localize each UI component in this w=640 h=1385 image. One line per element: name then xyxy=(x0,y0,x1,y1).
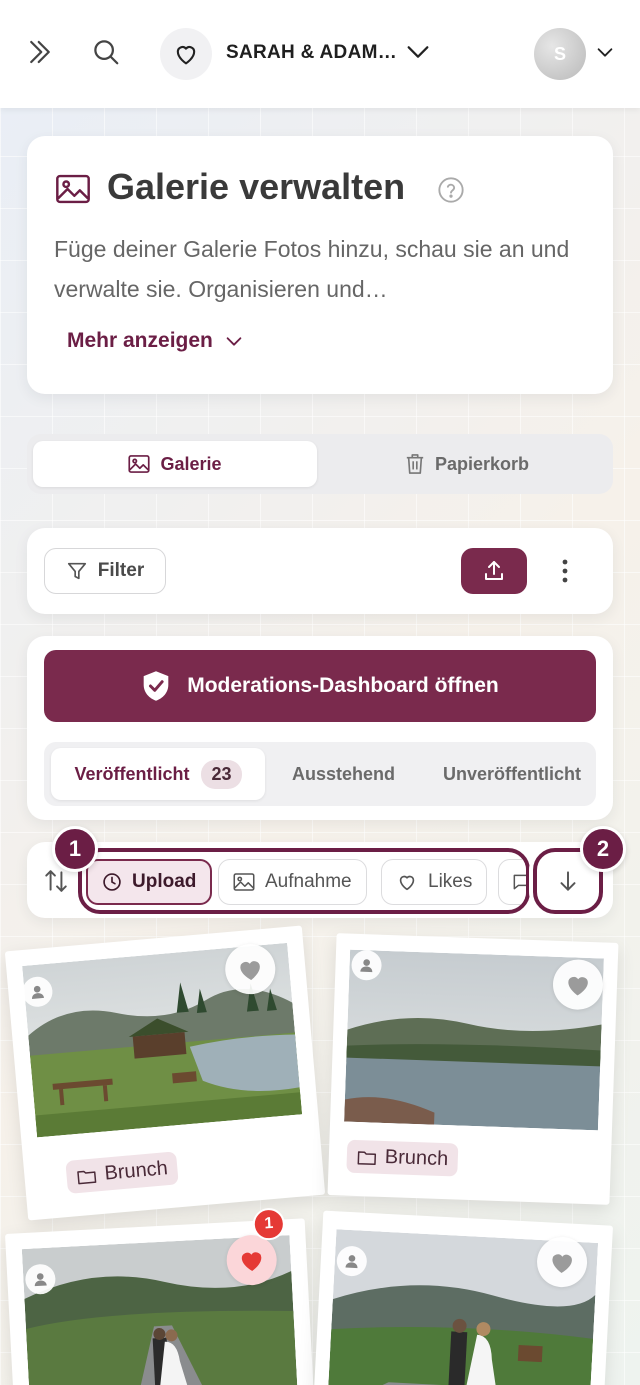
tab-trash-label: Papierkorb xyxy=(434,453,530,474)
filter-label: Filter xyxy=(97,560,145,581)
moderation-card: Moderations-Dashboard öffnen Veröffentli… xyxy=(27,636,613,820)
tab-unpublished[interactable]: Unveröffentlicht xyxy=(443,748,581,800)
heart-icon xyxy=(396,871,418,893)
status-tabs: Veröffentlicht 23 Ausstehend Unveröffent… xyxy=(44,742,596,806)
help-circle-icon[interactable] xyxy=(437,176,465,204)
image-icon xyxy=(233,872,255,892)
sort-chip-capture-label: Aufnahme xyxy=(265,871,352,892)
filter-icon xyxy=(66,560,88,582)
user-icon xyxy=(29,983,46,1000)
tab-pending-label: Ausstehend xyxy=(292,763,396,784)
gallery-trash-tabs: Galerie Papierkorb xyxy=(27,434,613,494)
arrow-down-icon xyxy=(555,868,581,894)
sort-chip-group: Upload Aufnahme Likes xyxy=(78,848,530,914)
page-description: Füge deiner Galerie Fotos hinzu, schau s… xyxy=(54,236,570,302)
step-badge-1: 1 xyxy=(52,826,98,872)
open-moderation-dashboard-button[interactable]: Moderations-Dashboard öffnen xyxy=(44,650,596,722)
filter-button[interactable]: Filter xyxy=(44,548,166,594)
show-more-label: Mehr anzeigen xyxy=(67,329,213,352)
sort-chip-upload[interactable]: Upload xyxy=(86,859,213,905)
sort-chip-likes-label: Likes xyxy=(428,871,473,892)
event-switcher-heart[interactable] xyxy=(160,28,212,80)
more-vertical-icon[interactable] xyxy=(553,556,577,586)
folder-icon xyxy=(357,1148,378,1167)
account-menu-chevron-icon[interactable] xyxy=(586,32,624,72)
heart-icon xyxy=(236,956,264,982)
sort-chip-likes[interactable]: Likes xyxy=(381,859,488,905)
user-icon xyxy=(358,957,375,974)
photo-card[interactable]: 1 xyxy=(4,1207,316,1385)
folder-icon xyxy=(76,1166,97,1186)
chevron-down-icon[interactable] xyxy=(398,32,438,72)
search-icon[interactable] xyxy=(86,32,126,72)
shield-check-icon xyxy=(141,670,171,702)
moderation-button-label: Moderations-Dashboard öffnen xyxy=(187,674,499,697)
photo-card[interactable]: Brunch xyxy=(327,933,619,1205)
photo-card[interactable]: Brunch xyxy=(4,925,326,1221)
image-icon xyxy=(128,454,151,474)
header-card: Galerie verwalten Füge deiner Galerie Fo… xyxy=(27,136,613,394)
heart-icon xyxy=(548,1249,575,1274)
album-label: Brunch xyxy=(384,1145,449,1171)
user-icon xyxy=(343,1253,360,1270)
top-bar: SARAH & ADAM… S xyxy=(0,0,640,108)
tab-gallery-label: Galerie xyxy=(160,453,222,474)
avatar[interactable]: S xyxy=(534,28,586,80)
sort-icon[interactable] xyxy=(43,868,69,894)
heart-icon xyxy=(565,972,592,997)
album-tag[interactable]: Brunch xyxy=(65,1151,180,1194)
heart-filled-icon xyxy=(238,1247,265,1272)
album-label: Brunch xyxy=(103,1157,169,1185)
chevron-down-icon xyxy=(223,330,245,352)
sort-chip-capture[interactable]: Aufnahme xyxy=(218,859,367,905)
tab-published[interactable]: Veröffentlicht 23 xyxy=(51,748,265,800)
toolbar-card: Filter xyxy=(27,528,613,614)
tab-trash[interactable]: Papierkorb xyxy=(325,441,609,487)
comment-icon xyxy=(511,872,526,892)
album-tag[interactable]: Brunch xyxy=(346,1139,459,1177)
image-icon xyxy=(55,174,91,204)
upload-icon xyxy=(482,559,506,583)
tab-unpublished-label: Unveröffentlicht xyxy=(443,763,582,784)
tab-gallery[interactable]: Galerie xyxy=(33,441,317,487)
published-count-badge: 23 xyxy=(201,759,242,789)
photo-card[interactable] xyxy=(312,1210,614,1385)
heart-icon xyxy=(172,40,200,68)
step-badge-2: 2 xyxy=(580,826,626,872)
page-title: Galerie verwalten xyxy=(107,166,406,207)
tab-published-label: Veröffentlicht xyxy=(74,763,190,784)
upload-button[interactable] xyxy=(461,548,527,594)
clock-icon xyxy=(102,872,122,892)
chevrons-right-icon[interactable] xyxy=(20,32,60,72)
sort-chip-comments[interactable] xyxy=(498,859,526,905)
show-more-button[interactable]: Mehr anzeigen xyxy=(67,329,245,353)
user-icon xyxy=(32,1271,49,1288)
sort-chip-upload-label: Upload xyxy=(132,871,197,892)
event-title[interactable]: SARAH & ADAM… xyxy=(226,42,397,64)
tab-pending[interactable]: Ausstehend xyxy=(292,748,395,800)
trash-icon xyxy=(405,453,425,475)
